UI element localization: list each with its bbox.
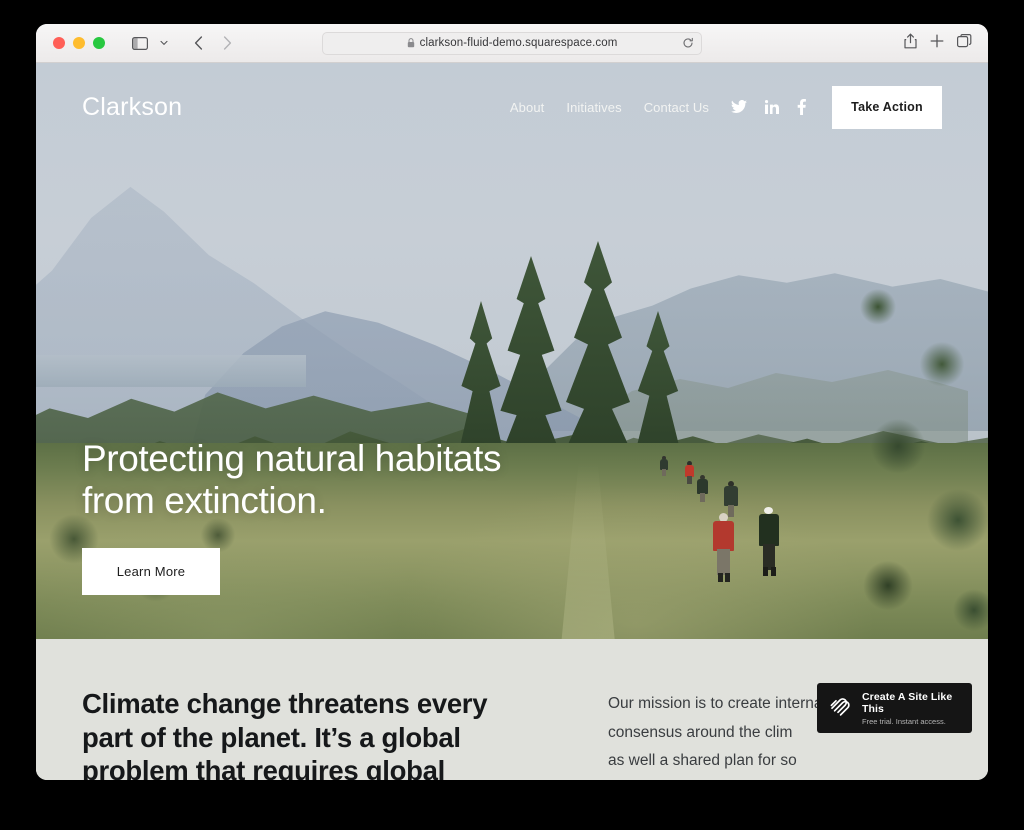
facebook-icon[interactable]	[797, 99, 806, 115]
back-arrow-icon[interactable]	[185, 31, 211, 55]
chevron-down-icon[interactable]	[156, 31, 172, 55]
banner-text: Create A Site Like This Free trial. Inst…	[862, 691, 972, 726]
banner-title: Create A Site Like This	[862, 690, 953, 715]
url-text: clarkson-fluid-demo.squarespace.com	[419, 37, 618, 49]
reload-icon[interactable]	[682, 37, 694, 49]
twitter-icon[interactable]	[731, 100, 747, 114]
site-logo[interactable]: Clarkson	[82, 93, 182, 122]
minimize-window-button[interactable]	[73, 37, 85, 49]
squarespace-promo-banner[interactable]: Create A Site Like This Free trial. Inst…	[817, 683, 972, 733]
learn-more-button[interactable]: Learn More	[82, 548, 220, 595]
window-controls	[53, 37, 105, 49]
nav-item-contact-us[interactable]: Contact Us	[644, 100, 709, 115]
toolbar-right-group	[904, 33, 972, 54]
linkedin-icon[interactable]	[765, 100, 779, 114]
site-header: Clarkson About Initiatives Contact Us Ta…	[36, 63, 988, 151]
browser-window: clarkson-fluid-demo.squarespace.com Clar…	[36, 24, 988, 780]
nav-item-about[interactable]: About	[510, 100, 544, 115]
web-page: Clarkson About Initiatives Contact Us Ta…	[36, 63, 988, 780]
sidebar-toggle-icon[interactable]	[127, 31, 153, 55]
squarespace-logo-icon	[827, 693, 853, 724]
plus-icon[interactable]	[930, 34, 944, 53]
forward-arrow-icon[interactable]	[214, 31, 240, 55]
hero-section: Clarkson About Initiatives Contact Us Ta…	[36, 63, 988, 639]
foreground-bush-right	[818, 233, 988, 639]
content-heading: Climate change threatens every part of t…	[82, 688, 488, 780]
take-action-button[interactable]: Take Action	[832, 85, 942, 129]
browser-toolbar: clarkson-fluid-demo.squarespace.com	[36, 24, 988, 63]
lake	[36, 355, 306, 387]
site-nav: About Initiatives Contact Us Take Action	[510, 85, 942, 129]
conifer-tree	[556, 241, 640, 471]
close-window-button[interactable]	[53, 37, 65, 49]
banner-subtitle: Free trial. Instant access.	[862, 716, 946, 726]
toolbar-nav-group	[127, 31, 240, 55]
hero-copy: Protecting natural habitats from extinct…	[82, 438, 501, 595]
address-bar[interactable]: clarkson-fluid-demo.squarespace.com	[322, 31, 702, 55]
hero-headline: Protecting natural habitats from extinct…	[82, 437, 502, 521]
maximize-window-button[interactable]	[93, 37, 105, 49]
share-icon[interactable]	[904, 33, 917, 54]
tab-overview-icon[interactable]	[957, 33, 972, 53]
nav-item-initiatives[interactable]: Initiatives	[566, 100, 621, 115]
lock-icon	[407, 38, 415, 48]
conifer-cluster	[436, 241, 726, 471]
